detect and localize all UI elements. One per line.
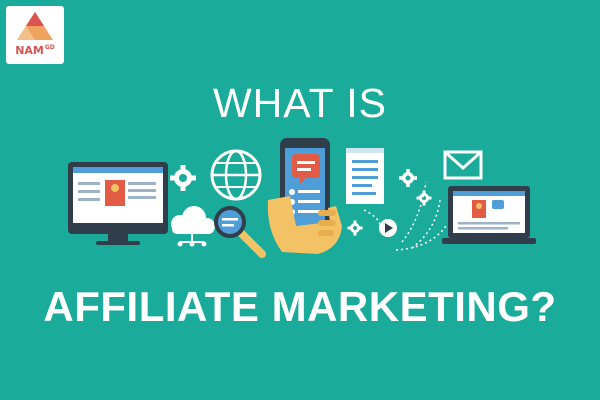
envelope-icon — [443, 150, 483, 180]
headline-bottom: AFFILIATE MARKETING? — [43, 283, 557, 330]
desktop-monitor-icon — [68, 162, 168, 245]
brand-logo: NAMGD — [6, 6, 64, 64]
cloud-network-icon — [171, 206, 215, 247]
gear-icon — [347, 220, 363, 236]
play-button-icon — [379, 219, 397, 237]
gear-icon — [399, 169, 417, 187]
document-icon — [346, 148, 384, 204]
headline-top: WHAT IS — [212, 80, 388, 126]
globe-icon — [210, 149, 262, 201]
logo-text: NAMGD — [15, 44, 55, 57]
gear-icon — [416, 190, 432, 206]
laptop-icon — [442, 186, 536, 244]
gear-icon — [170, 165, 196, 191]
triangle-logo-icon — [17, 12, 53, 40]
illustration — [68, 138, 536, 258]
magnifier-icon — [214, 206, 266, 258]
